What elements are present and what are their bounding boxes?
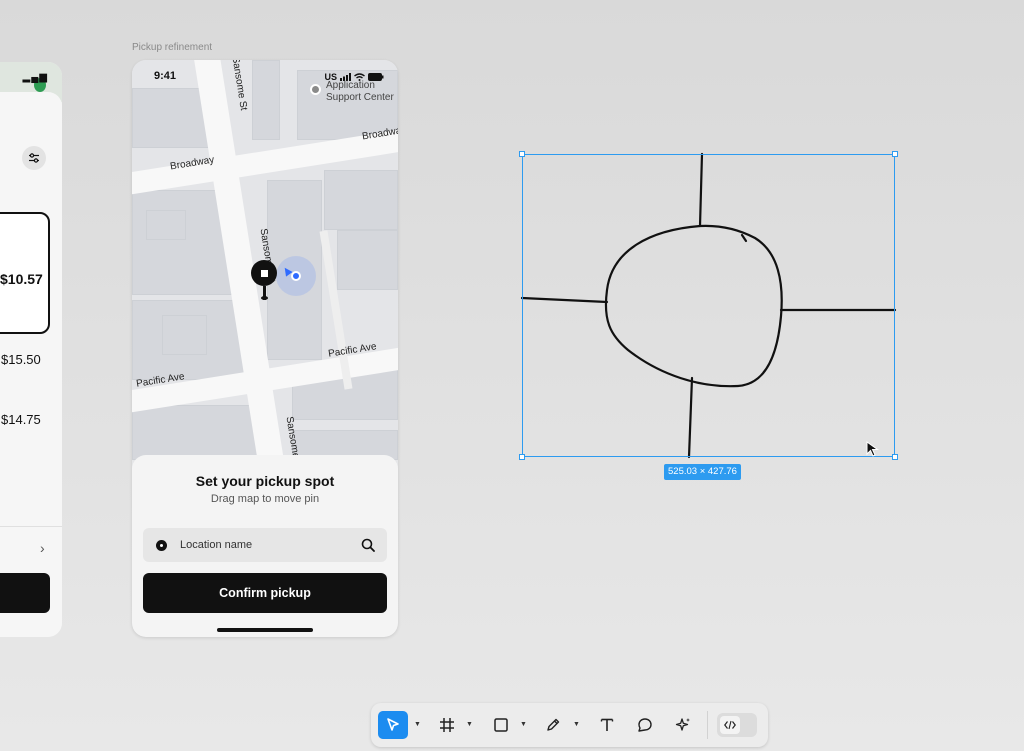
comment-bubble-icon <box>638 718 652 732</box>
pencil-icon <box>547 718 560 731</box>
move-tool[interactable] <box>378 711 408 739</box>
selection-box[interactable] <box>519 151 898 460</box>
chevron-down-icon[interactable]: ▼ <box>520 721 527 728</box>
dev-mode-toggle[interactable] <box>717 713 757 737</box>
shape-tool[interactable] <box>489 713 513 737</box>
dev-mode-knob <box>720 716 740 734</box>
resize-handle-top-left[interactable] <box>519 151 525 157</box>
chevron-down-icon[interactable]: ▼ <box>414 721 421 728</box>
resize-handle-top-right[interactable] <box>892 151 898 157</box>
pen-tool[interactable] <box>541 713 565 737</box>
resize-handle-bottom-right[interactable] <box>892 454 898 460</box>
canvas-toolbar: ▼ ▼ ▼ ▼ <box>371 703 768 747</box>
text-tool[interactable] <box>595 713 619 737</box>
rectangle-icon <box>494 718 508 732</box>
code-brackets-icon <box>724 720 736 730</box>
sparkle-icon <box>675 718 690 731</box>
frame-tool[interactable] <box>435 713 459 737</box>
chevron-down-icon[interactable]: ▼ <box>466 721 473 728</box>
toolbar-divider <box>707 711 708 739</box>
chevron-down-icon[interactable]: ▼ <box>573 721 580 728</box>
mouse-cursor-icon <box>866 441 880 457</box>
comment-tool[interactable] <box>633 713 657 737</box>
actions-tool[interactable] <box>671 713 695 737</box>
hash-frame-icon <box>440 718 454 732</box>
pointer-arrow-icon <box>387 718 399 731</box>
resize-handle-bottom-left[interactable] <box>519 454 525 460</box>
text-t-icon <box>600 718 614 731</box>
dimensions-badge: 525.03 × 427.76 <box>664 464 741 480</box>
